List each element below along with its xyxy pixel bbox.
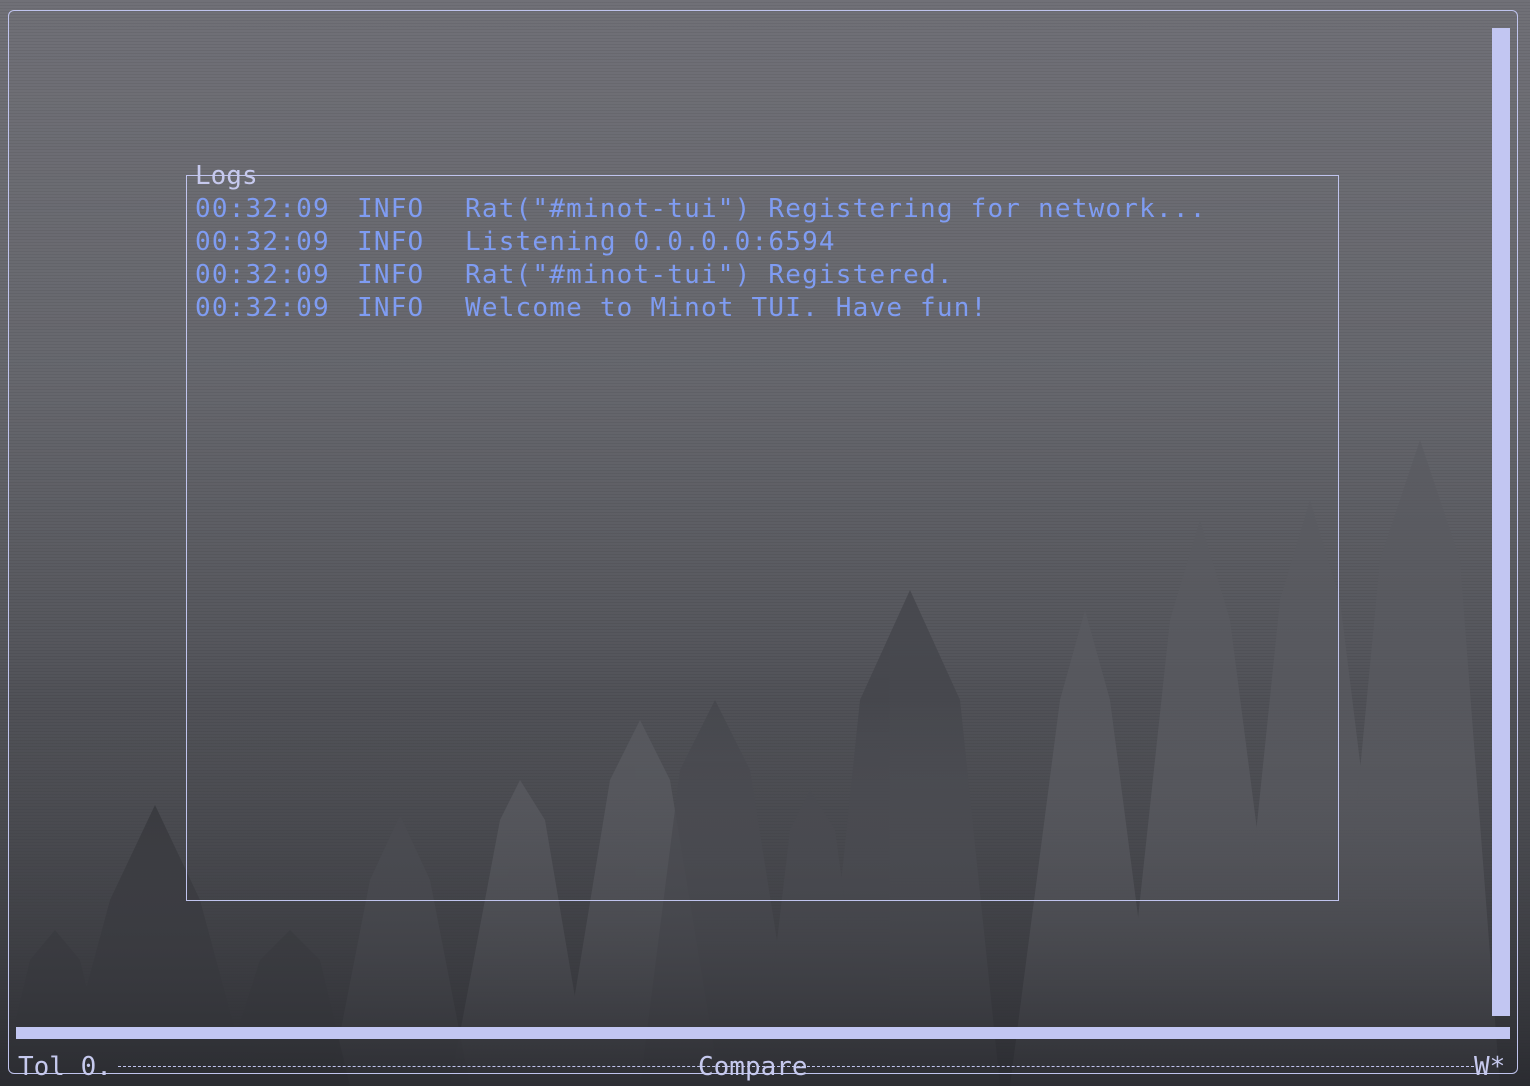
log-level: INFO (357, 194, 425, 224)
status-tolerance[interactable]: Tol 0. (14, 1050, 116, 1084)
status-window-indicator[interactable]: W* (1470, 1050, 1509, 1084)
log-message: Listening 0.0.0.0:6594 (465, 227, 836, 257)
log-timestamp: 00:32:09 (195, 227, 330, 257)
log-list: 00:32:09 INFO Rat("#minot-tui") Registerin… (195, 193, 1207, 325)
status-mode-compare[interactable]: Compare (694, 1050, 812, 1084)
log-entry: 00:32:09 INFO Rat("#minot-tui") Registerin… (195, 193, 1207, 226)
log-message: Rat("#minot-tui") Registering for networ… (465, 194, 1207, 224)
log-message: Welcome to Minot TUI. Have fun! (465, 293, 988, 323)
log-timestamp: 00:32:09 (195, 194, 330, 224)
log-level: INFO (357, 227, 425, 257)
logs-panel-title: Logs (195, 161, 258, 191)
log-message: Rat("#minot-tui") Registered. (465, 260, 954, 290)
vertical-scrollbar[interactable] (1492, 28, 1510, 1016)
terminal-screen: Logs 00:32:09 INFO Rat("#minot-tui") Regis… (0, 0, 1530, 1086)
log-entry: 00:32:09 INFO Welcome to Minot TUI. Have f… (195, 292, 1207, 325)
horizontal-scrollbar[interactable] (16, 1027, 1510, 1039)
log-timestamp: 00:32:09 (195, 293, 330, 323)
log-entry: 00:32:09 INFO Rat("#minot-tui") Registered… (195, 259, 1207, 292)
log-timestamp: 00:32:09 (195, 260, 330, 290)
log-level: INFO (357, 293, 425, 323)
log-level: INFO (357, 260, 425, 290)
log-entry: 00:32:09 INFO Listening 0.0.0.0:6594 (195, 226, 1207, 259)
